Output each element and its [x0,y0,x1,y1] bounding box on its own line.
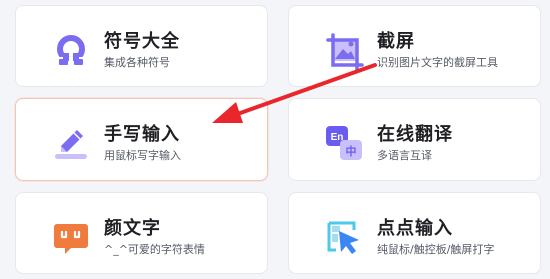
card-title: 符号大全 [104,31,180,52]
card-screenshot[interactable]: 截屏 识别图片文字的截屏工具 [288,5,541,87]
toolbox-panel: 符号大全 集成各种符号 截屏 识别图片文字的截屏工具 手写输入 用鼠标写字输入 … [0,0,550,279]
card-description: 识别图片文字的截屏工具 [377,56,498,69]
translate-icon: En 中 [324,124,364,164]
card-handwriting[interactable]: 手写输入 用鼠标写字输入 [15,98,268,181]
card-translate[interactable]: En 中 在线翻译 多语言互译 [288,98,541,181]
card-description: 多语言互译 [377,149,432,162]
card-description: 纯鼠标/触控板/触屏打字 [377,243,495,256]
card-title: 截屏 [377,31,415,52]
cursor-click-icon [324,218,364,258]
translate-badge-zh: 中 [346,144,357,158]
screenshot-icon [324,31,364,71]
emoticon-icon [51,218,91,258]
card-description: ^_^可爱的字符表情 [104,243,205,256]
card-emoticons[interactable]: 颜文字 ^_^可爱的字符表情 [15,192,268,274]
card-title: 点点输入 [377,218,453,239]
card-title: 颜文字 [104,218,161,239]
card-description: 用鼠标写字输入 [104,149,181,162]
card-symbols[interactable]: 符号大全 集成各种符号 [15,5,268,87]
card-description: 集成各种符号 [104,56,170,69]
omega-icon [51,31,91,71]
card-title: 手写输入 [104,124,180,145]
card-click-input[interactable]: 点点输入 纯鼠标/触控板/触屏打字 [288,192,541,274]
card-title: 在线翻译 [377,124,453,145]
pen-icon [51,124,91,164]
